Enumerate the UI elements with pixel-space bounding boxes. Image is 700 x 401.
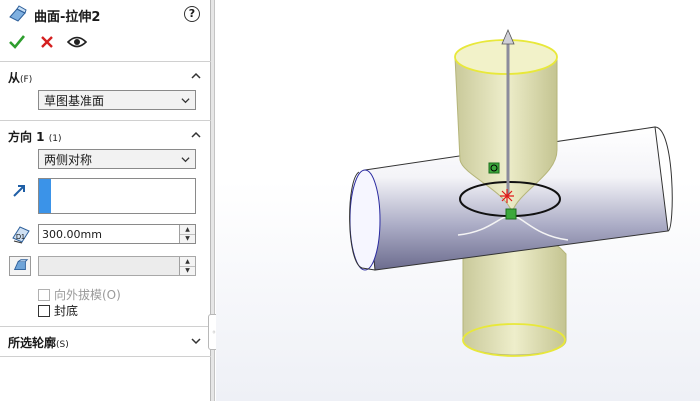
decrement-button[interactable]: ▼ (180, 266, 195, 275)
divider (0, 61, 211, 62)
cap-ends-label: 封底 (54, 304, 79, 318)
increment-button[interactable]: ▲ (180, 257, 195, 267)
help-button[interactable]: ? (184, 6, 200, 22)
green-check-icon (9, 35, 25, 49)
chevron-down-icon[interactable] (190, 335, 202, 347)
draft-toggle-icon[interactable] (9, 256, 31, 276)
from-section-header[interactable]: 从(F) (8, 69, 32, 86)
draft-outward-checkbox[interactable]: 向外拔模(O) (38, 286, 121, 303)
divider (0, 326, 211, 327)
contours-section-hotkey: (S) (56, 340, 69, 350)
divider (0, 356, 211, 357)
extruded-surface-icon (9, 5, 27, 22)
chevron-up-icon[interactable] (190, 129, 202, 141)
increment-button[interactable]: ▲ (180, 225, 195, 235)
direction-arrow-icon (13, 185, 25, 197)
origin-marker (500, 189, 514, 203)
from-section-hotkey: (F) (20, 75, 33, 85)
checkbox-box[interactable] (38, 304, 50, 317)
contours-section-title: 所选轮廓 (8, 336, 57, 350)
divider (0, 120, 211, 121)
direction-selection-box[interactable] (38, 178, 196, 214)
depth-input[interactable]: 300.00mm ▲ ▼ (38, 224, 196, 244)
eye-icon (67, 36, 87, 48)
depth-value: 300.00mm (42, 227, 102, 241)
cancel-button[interactable] (36, 32, 58, 52)
graphics-viewport[interactable] (216, 0, 700, 401)
selection-focus-bar (39, 179, 51, 213)
draft-outward-label: 向外拔模(O) (54, 288, 121, 302)
checkbox-box[interactable] (38, 288, 50, 301)
chevron-up-icon[interactable] (190, 70, 202, 82)
depth-icon: D1 (12, 226, 30, 244)
ok-button[interactable] (6, 32, 28, 52)
direction1-section-title: 方向 1 (8, 130, 45, 144)
feature-title: 曲面-拉伸2 (34, 10, 101, 25)
action-buttons (6, 31, 88, 53)
direction1-section-header[interactable]: 方向 1 (1) (8, 128, 61, 145)
from-section-title: 从 (8, 71, 21, 85)
chevron-down-icon (181, 157, 190, 163)
feature-titlebar: 曲面-拉伸2 ? (0, 0, 211, 28)
chevron-down-icon (181, 98, 190, 104)
cap-ends-checkbox[interactable]: 封底 (38, 302, 78, 319)
start-condition-value: 草图基准面 (44, 93, 105, 108)
depth-stepper[interactable]: ▲ ▼ (179, 225, 195, 243)
draft-angle-input[interactable]: ▲ ▼ (38, 256, 196, 276)
end-condition-value: 两侧对称 (44, 152, 93, 167)
handle-marker[interactable] (505, 208, 517, 220)
start-condition-select[interactable]: 草图基准面 (38, 90, 196, 110)
model-preview[interactable] (216, 0, 700, 401)
decrement-button[interactable]: ▼ (180, 234, 195, 243)
preview-button[interactable] (66, 32, 88, 52)
draft-stepper[interactable]: ▲ ▼ (179, 257, 195, 275)
red-x-icon (41, 36, 53, 48)
end-condition-select[interactable]: 两侧对称 (38, 149, 196, 169)
contours-section-header[interactable]: 所选轮廓(S) (8, 334, 69, 351)
direction1-section-hotkey: (1) (48, 134, 62, 144)
svg-text:D1: D1 (16, 234, 25, 241)
property-manager: 曲面-拉伸2 ? 从(F) 草图基准面 方向 1 (1) 两侧对称 D1 300… (0, 0, 211, 401)
